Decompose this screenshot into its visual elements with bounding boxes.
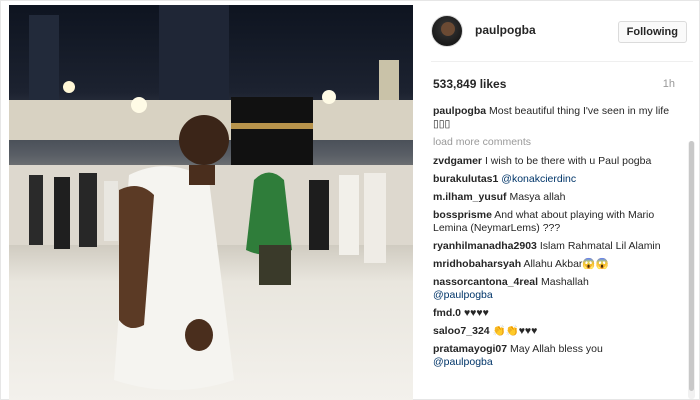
comment-item: bossprisme And what about playing with M…: [433, 209, 681, 235]
comment-user[interactable]: burakulutas1: [433, 173, 498, 185]
load-more-comments[interactable]: load more comments: [433, 136, 681, 149]
comment-text: May Allah bless you: [510, 343, 603, 355]
comments-scrollbar[interactable]: [688, 141, 695, 399]
profile-avatar[interactable]: [431, 15, 463, 47]
comment-user[interactable]: saloo7_324: [433, 325, 490, 337]
comment-text: Islam Rahmatal Lil Alamin: [539, 240, 661, 252]
post-sidebar: paulpogba Following 533,849 likes 1h pau…: [421, 1, 700, 400]
comment-text: Mashallah: [540, 276, 589, 288]
comment-user[interactable]: fmd.0: [433, 307, 461, 319]
comment-text: Masya allah: [509, 191, 566, 203]
comment-item: pratamayogi07 May Allah bless you @paulp…: [433, 343, 681, 369]
comment-text: Allahu Akbar😱😱: [523, 258, 609, 270]
photo-scene: [9, 5, 413, 390]
post-time[interactable]: 1h: [663, 78, 675, 90]
comment-mention[interactable]: @paulpogba: [433, 356, 681, 369]
comment-item: nassorcantona_4real Mashallah @paulpogba: [433, 276, 681, 302]
post-photo[interactable]: [9, 5, 413, 400]
comment-text: 👏👏♥♥♥: [492, 325, 538, 337]
comment-text: ♥♥♥♥: [463, 307, 489, 319]
comment-text: I wish to be there with u Paul pogba: [484, 155, 652, 167]
comment-user[interactable]: pratamayogi07: [433, 343, 507, 355]
scrollbar-thumb[interactable]: [689, 141, 694, 391]
comment-item: mridhobaharsyah Allahu Akbar😱😱: [433, 258, 681, 271]
comment-item: ryanhilmanadha2903 Islam Rahmatal Lil Al…: [433, 240, 681, 253]
comment-mention[interactable]: @konakcierdinc: [501, 173, 576, 185]
comment-user[interactable]: bossprisme: [433, 209, 492, 221]
comment-item: fmd.0 ♥♥♥♥: [433, 307, 681, 320]
comment-item: saloo7_324 👏👏♥♥♥: [433, 325, 681, 338]
instagram-post-frame: paulpogba Following 533,849 likes 1h pau…: [0, 0, 700, 400]
comment-item: m.ilham_yusuf Masya allah: [433, 191, 681, 204]
caption-user[interactable]: paulpogba: [433, 105, 486, 117]
comment-user[interactable]: zvdgamer: [433, 155, 482, 167]
comment-item: burakulutas1 @konakcierdinc: [433, 173, 681, 186]
comment-user[interactable]: nassorcantona_4real: [433, 276, 538, 288]
comment-mention[interactable]: @paulpogba: [433, 289, 681, 302]
likes-count[interactable]: 533,849 likes: [433, 77, 506, 91]
comment-item: zvdgamer I wish to be there with u Paul …: [433, 155, 681, 168]
caption: paulpogba Most beautiful thing I've seen…: [433, 105, 681, 131]
comment-user[interactable]: ryanhilmanadha2903: [433, 240, 537, 252]
post-header: paulpogba Following: [431, 11, 693, 51]
comment-user[interactable]: mridhobaharsyah: [433, 258, 521, 270]
comment-user[interactable]: m.ilham_yusuf: [433, 191, 507, 203]
comments-list: paulpogba Most beautiful thing I've seen…: [433, 105, 681, 400]
following-button[interactable]: Following: [617, 21, 687, 43]
post-username[interactable]: paulpogba: [475, 23, 536, 37]
header-divider: [431, 61, 693, 62]
